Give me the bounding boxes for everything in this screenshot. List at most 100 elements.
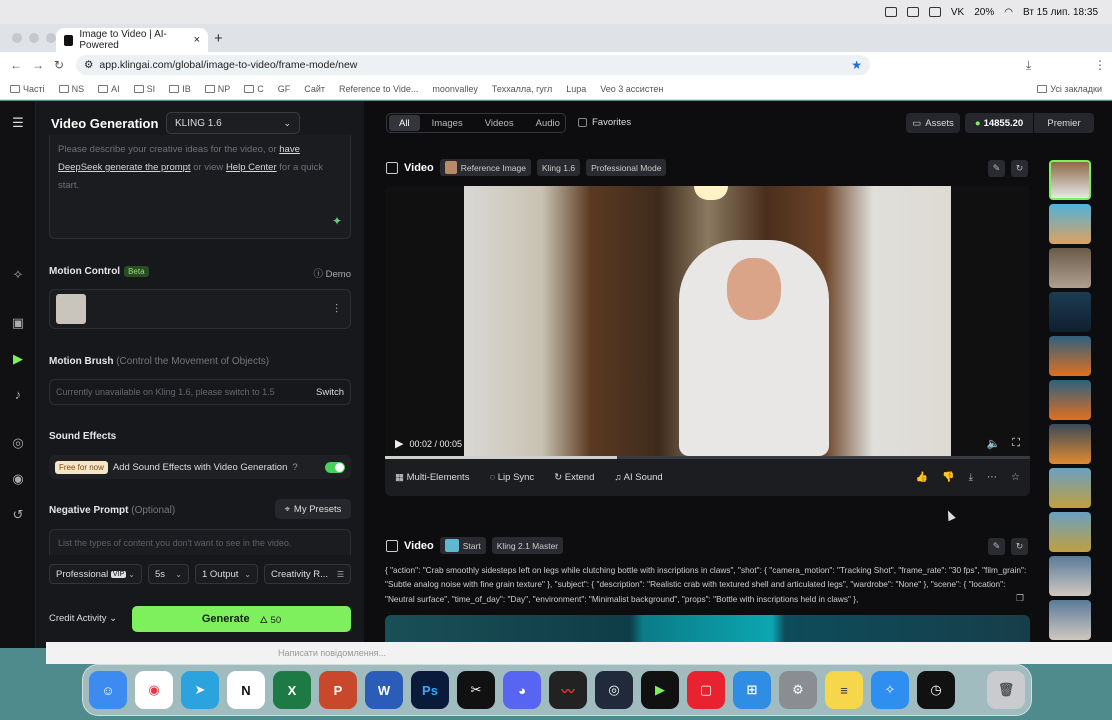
excel-icon[interactable]: X (273, 671, 311, 709)
bookmark-item[interactable]: Часті (10, 84, 45, 94)
obs-icon[interactable]: ◎ (595, 671, 633, 709)
video-player[interactable]: ▶ 00:02 / 00:05 ⟲ KLING AI 1.6 🔈 ⛶ (385, 186, 1030, 456)
download-icon[interactable]: ⤓ (1026, 58, 1031, 73)
thumbs-up-icon[interactable]: 👍 (916, 472, 928, 483)
ai-sound-button[interactable]: ♫ AI Sound (614, 472, 662, 483)
notes-icon[interactable]: ≡ (825, 671, 863, 709)
tab-audio[interactable]: Audio (526, 115, 570, 131)
tab-all[interactable]: All (389, 115, 420, 131)
motion-reference-thumbnail[interactable] (56, 294, 86, 324)
photoshop-icon[interactable]: Ps (411, 671, 449, 709)
all-bookmarks[interactable]: Усі закладки (1037, 84, 1102, 94)
download-icon[interactable]: ⤓ (969, 472, 973, 483)
demo-link[interactable]: ⓘ Demo (314, 266, 351, 280)
3d-icon[interactable]: ◎ (10, 435, 26, 451)
history-thumbnail[interactable] (1049, 380, 1091, 420)
bookmark-item[interactable]: NS (58, 84, 84, 94)
clock-icon[interactable]: ◷ (917, 671, 955, 709)
sound-effects-toggle[interactable] (325, 461, 345, 473)
history-thumbnail[interactable] (1049, 512, 1091, 552)
play-icon[interactable]: ▶ (395, 437, 403, 450)
bookmark-item[interactable]: NP (204, 84, 230, 94)
prompt-input[interactable]: Please describe your creative ideas for … (49, 135, 351, 239)
lang-indicator[interactable]: VK (951, 7, 964, 18)
bookmark-item[interactable]: IB (169, 84, 191, 94)
motion-control-box[interactable]: ⫶ (49, 289, 351, 329)
reload-icon[interactable]: ↻ (54, 58, 64, 72)
video-editor-icon[interactable]: ▶ (641, 671, 679, 709)
history-thumbnail[interactable] (1049, 468, 1091, 508)
site-info-icon[interactable]: ⚙ (84, 59, 93, 71)
image-icon[interactable]: ▣ (10, 315, 26, 331)
hamburger-menu-icon[interactable]: ☰ (10, 115, 26, 131)
tab-images[interactable]: Images (422, 115, 473, 131)
bookmark-item[interactable]: Veo 3 ассистен (600, 84, 663, 94)
telegram-icon[interactable]: ➤ (181, 671, 219, 709)
back-arrow-icon[interactable]: ← (10, 58, 22, 72)
close-window-button[interactable] (12, 33, 22, 43)
windows-app-icon[interactable]: ⊞ (733, 671, 771, 709)
history-thumbnail[interactable] (1049, 248, 1091, 288)
video-preview-2[interactable] (385, 615, 1030, 645)
background-chat-input[interactable]: Написати повідомлення... (46, 642, 1112, 664)
bookmark-item[interactable]: GF (278, 84, 291, 94)
forward-arrow-icon[interactable]: → (32, 58, 44, 72)
credit-activity-dropdown[interactable]: Credit Activity ⌄ (49, 613, 117, 624)
more-icon[interactable]: ⋯ (987, 472, 997, 483)
browser-tab[interactable]: Image to Video | AI-Powered × (56, 28, 208, 52)
menubar-clock[interactable]: Вт 15 лип. 18:35 (1023, 7, 1098, 18)
duration-select[interactable]: 5s ⌄ (148, 564, 189, 584)
regenerate-icon[interactable]: ↻ (1011, 160, 1028, 177)
sliders-icon[interactable]: ⫶ (335, 302, 338, 317)
bookmark-item[interactable]: moonvalley (432, 84, 478, 94)
history-icon[interactable]: ↺ (10, 507, 26, 523)
bookmark-item[interactable]: AI (98, 84, 120, 94)
my-presets-button[interactable]: ⌖ My Presets (275, 499, 351, 519)
generate-button[interactable]: Generate 🜂 50 (132, 606, 351, 632)
wifi-icon[interactable]: ◠ (1004, 7, 1013, 18)
tab-videos[interactable]: Videos (475, 115, 524, 131)
address-bar[interactable]: ⚙ app.klingai.com/global/image-to-video/… (76, 55, 870, 75)
video-icon[interactable]: ▶ (10, 351, 26, 367)
copy-icon[interactable]: ❐ (1016, 593, 1024, 604)
edit-icon[interactable]: ✎ (988, 160, 1005, 177)
history-thumbnail[interactable] (1049, 336, 1091, 376)
tray-icon[interactable] (884, 7, 897, 17)
output-count-select[interactable]: 1 Output ⌄ (195, 564, 258, 584)
magic-wand-icon[interactable]: ✦ (332, 212, 342, 230)
favorite-star-icon[interactable]: ☆ (1011, 472, 1020, 483)
safari-icon[interactable]: ✧ (871, 671, 909, 709)
bookmark-item[interactable]: SI (133, 84, 155, 94)
bookmark-item[interactable]: Сайт (304, 84, 325, 94)
lip-sync-button[interactable]: ◌ Lip Sync (489, 472, 534, 483)
mode-select[interactable]: Professional VIP ⌄ (49, 564, 142, 584)
audio-app-icon[interactable]: 〰 (549, 671, 587, 709)
finder-icon[interactable]: ☺ (89, 671, 127, 709)
close-tab-icon[interactable]: × (194, 34, 200, 46)
assets-button[interactable]: ▭ Assets (906, 113, 960, 133)
history-thumbnail[interactable] (1049, 204, 1091, 244)
history-thumbnail[interactable] (1049, 424, 1091, 464)
trash-icon[interactable]: 🗑 (987, 671, 1025, 709)
regenerate-icon[interactable]: ↻ (1011, 538, 1028, 555)
ai-tools-icon[interactable]: ✧ (10, 267, 26, 283)
eye-icon[interactable]: ◉ (10, 471, 26, 487)
multi-elements-button[interactable]: ▦ Multi-Elements (395, 472, 469, 483)
thumbs-down-icon[interactable]: 👎 (942, 472, 954, 483)
discord-icon[interactable]: ◕ (503, 671, 541, 709)
edit-icon[interactable]: ✎ (988, 538, 1005, 555)
history-thumbnail[interactable] (1049, 556, 1091, 596)
bookmark-star-icon[interactable]: ★ (851, 58, 862, 72)
chrome-menu-icon[interactable]: ⋮ (1094, 58, 1106, 72)
powerpoint-icon[interactable]: P (319, 671, 357, 709)
history-thumbnail[interactable] (1049, 292, 1091, 332)
tray-icon[interactable] (906, 7, 919, 17)
credits-balance[interactable]: ● 14855.20 (965, 113, 1033, 133)
notion-icon[interactable]: N (227, 671, 265, 709)
new-tab-button[interactable]: + (214, 30, 223, 47)
history-thumbnail[interactable] (1049, 160, 1091, 200)
minimize-window-button[interactable] (29, 33, 39, 43)
bookmark-item[interactable]: Reference to Vide... (339, 84, 418, 94)
switch-button[interactable]: Switch (316, 387, 344, 398)
video-progress-bar[interactable] (385, 456, 1030, 459)
